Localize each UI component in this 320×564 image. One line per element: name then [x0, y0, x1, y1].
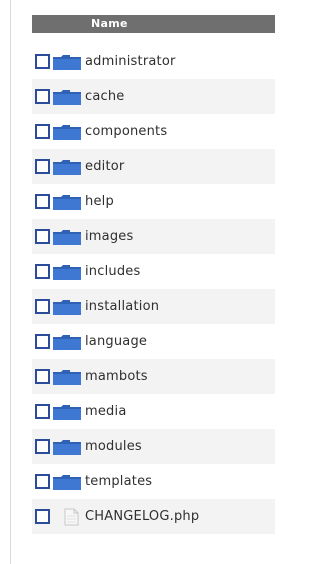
- list-item[interactable]: installation: [32, 289, 275, 324]
- list-item[interactable]: templates: [32, 464, 275, 499]
- folder-icon: [53, 159, 81, 175]
- list-item[interactable]: cache: [32, 79, 275, 114]
- row-checkbox[interactable]: [35, 159, 50, 174]
- row-checkbox[interactable]: [35, 509, 50, 524]
- list-item[interactable]: help: [32, 184, 275, 219]
- file-icon: [64, 508, 79, 525]
- row-checkbox[interactable]: [35, 299, 50, 314]
- item-name[interactable]: media: [85, 404, 127, 419]
- row-checkbox[interactable]: [35, 124, 50, 139]
- folder-icon: [53, 229, 81, 245]
- file-list: administrator cache components editor he…: [32, 44, 275, 534]
- column-header-label: Name: [91, 17, 128, 30]
- item-name[interactable]: cache: [85, 89, 125, 104]
- list-item[interactable]: modules: [32, 429, 275, 464]
- item-name[interactable]: components: [85, 124, 167, 139]
- folder-icon: [53, 369, 81, 385]
- list-item[interactable]: media: [32, 394, 275, 429]
- row-checkbox[interactable]: [35, 194, 50, 209]
- folder-icon: [53, 194, 81, 210]
- folder-icon: [53, 124, 81, 140]
- row-checkbox[interactable]: [35, 229, 50, 244]
- folder-icon: [53, 334, 81, 350]
- column-header-name[interactable]: Name: [32, 15, 275, 33]
- folder-icon: [53, 474, 81, 490]
- item-name[interactable]: language: [85, 334, 147, 349]
- list-item[interactable]: images: [32, 219, 275, 254]
- item-name[interactable]: administrator: [85, 54, 176, 69]
- list-item[interactable]: mambots: [32, 359, 275, 394]
- row-checkbox[interactable]: [35, 404, 50, 419]
- row-checkbox[interactable]: [35, 439, 50, 454]
- folder-icon: [53, 439, 81, 455]
- list-item[interactable]: editor: [32, 149, 275, 184]
- list-item[interactable]: CHANGELOG.php: [32, 499, 275, 534]
- item-name[interactable]: CHANGELOG.php: [85, 509, 199, 524]
- item-name[interactable]: installation: [85, 299, 159, 314]
- folder-icon: [53, 264, 81, 280]
- list-item[interactable]: administrator: [32, 44, 275, 79]
- file-browser-panel: Name administrator cache components edit…: [0, 0, 275, 564]
- list-item[interactable]: language: [32, 324, 275, 359]
- folder-icon: [53, 404, 81, 420]
- row-checkbox[interactable]: [35, 89, 50, 104]
- item-name[interactable]: mambots: [85, 369, 148, 384]
- row-checkbox[interactable]: [35, 369, 50, 384]
- item-name[interactable]: editor: [85, 159, 124, 174]
- row-checkbox[interactable]: [35, 264, 50, 279]
- left-divider: [10, 0, 11, 564]
- row-checkbox[interactable]: [35, 474, 50, 489]
- item-name[interactable]: templates: [85, 474, 152, 489]
- item-name[interactable]: modules: [85, 439, 142, 454]
- row-checkbox[interactable]: [35, 54, 50, 69]
- list-item[interactable]: components: [32, 114, 275, 149]
- folder-icon: [53, 299, 81, 315]
- row-checkbox[interactable]: [35, 334, 50, 349]
- item-name[interactable]: images: [85, 229, 133, 244]
- list-item[interactable]: includes: [32, 254, 275, 289]
- folder-icon: [53, 54, 81, 70]
- folder-icon: [53, 89, 81, 105]
- item-name[interactable]: help: [85, 194, 114, 209]
- item-name[interactable]: includes: [85, 264, 140, 279]
